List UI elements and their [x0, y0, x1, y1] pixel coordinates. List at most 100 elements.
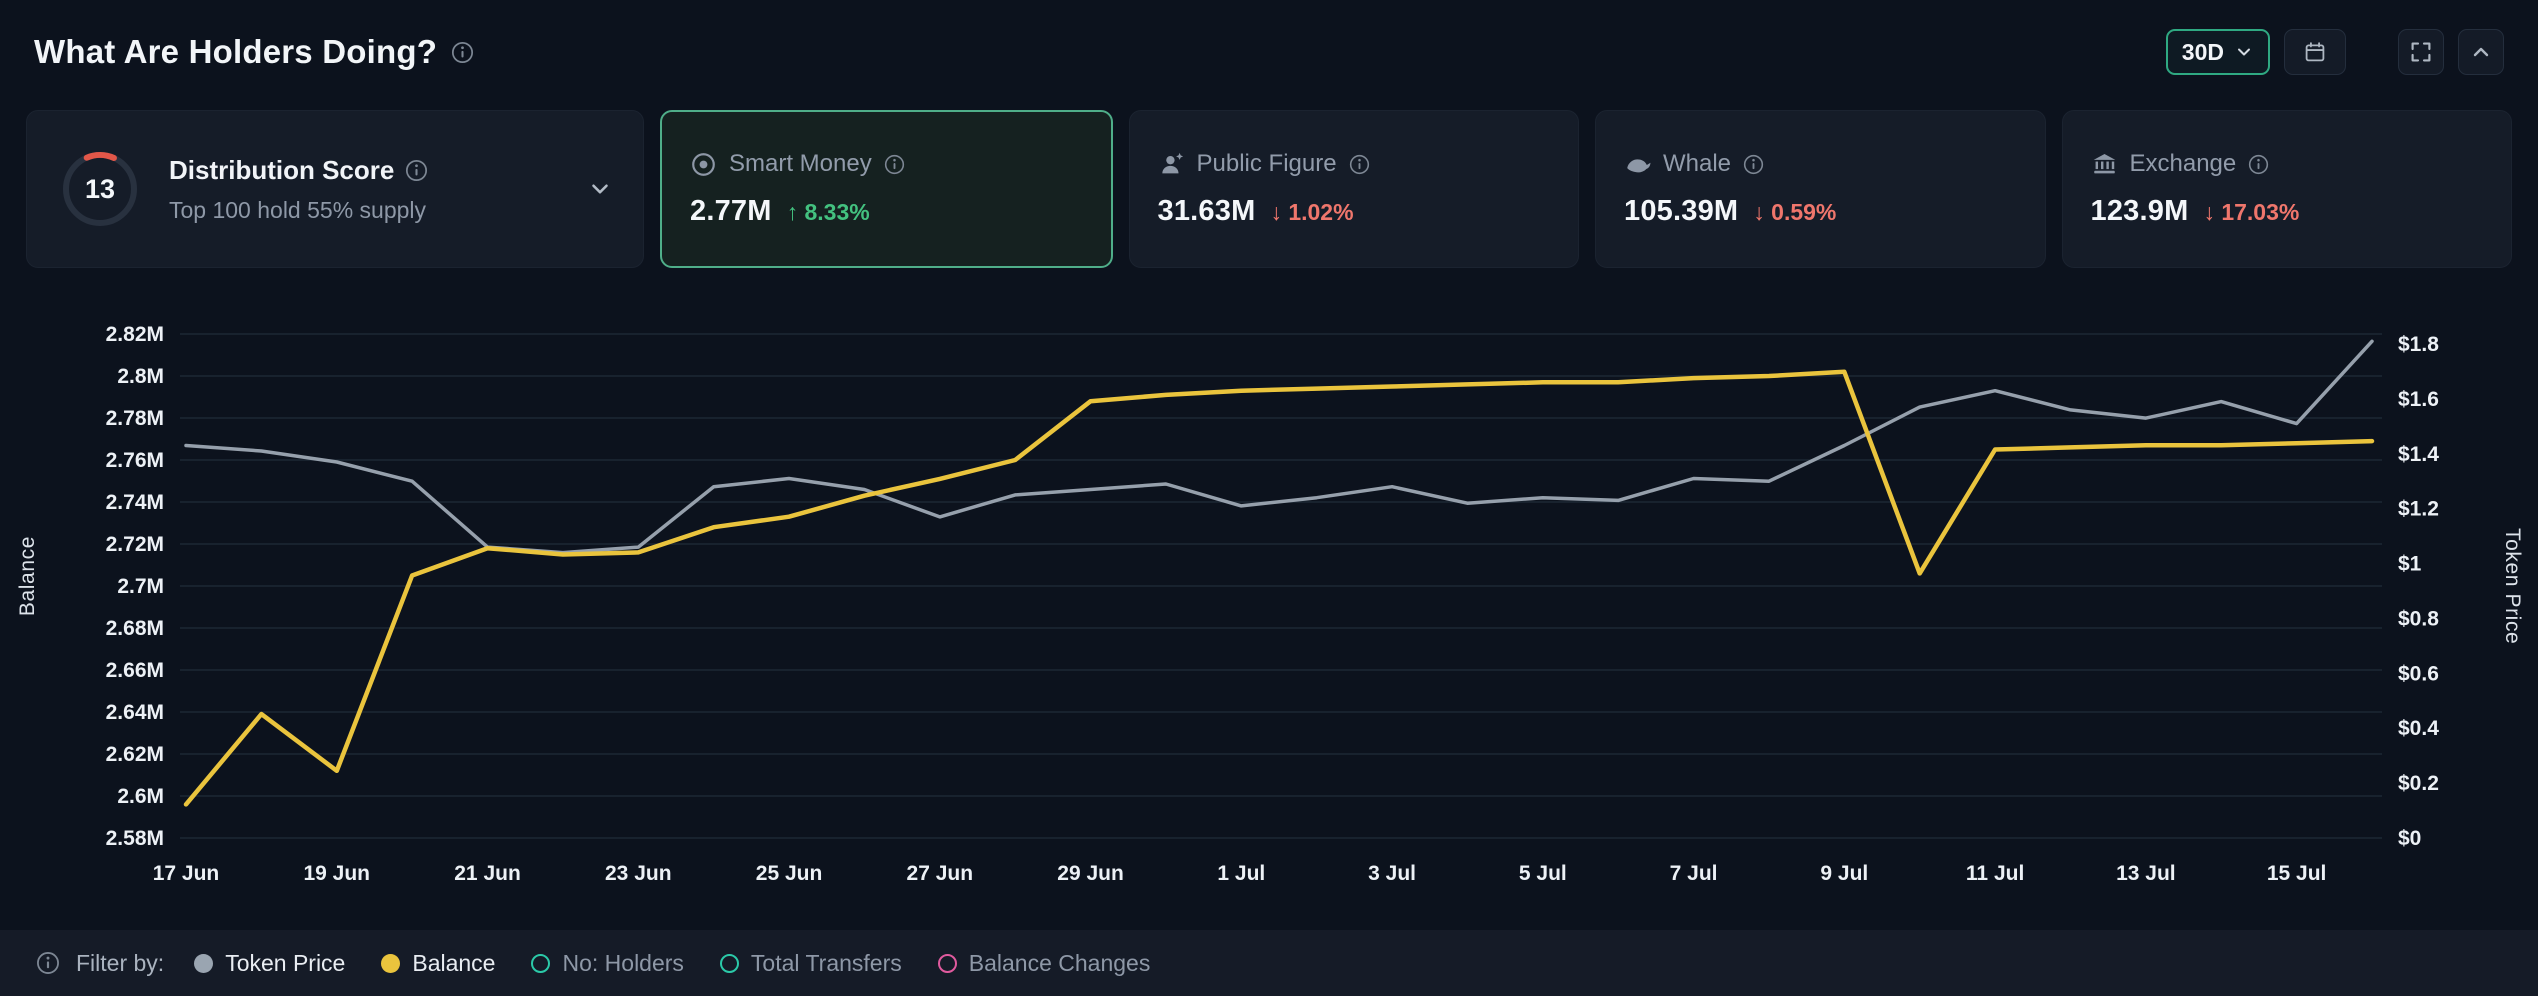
exchange-value: 123.9M [2091, 195, 2189, 228]
title-info-icon[interactable] [451, 41, 474, 64]
public-figure-change: ↓ 1.02% [1270, 199, 1353, 226]
whale-value: 105.39M [1624, 195, 1738, 228]
whale-icon [1624, 151, 1651, 178]
right-axis-tick-labels: $1.8 $1.6 $1.4 $1.2 $1 $0.8 $0.6 $0.4 $0.2 $0 [2398, 333, 2439, 850]
svg-text:19 Jun: 19 Jun [303, 862, 370, 885]
svg-text:2.6M: 2.6M [117, 785, 164, 808]
holders-dashboard: What Are Holders Doing? 30D [0, 0, 2538, 996]
no-holders-swatch-icon [531, 954, 550, 973]
svg-text:$1.2: $1.2 [2398, 498, 2439, 521]
fullscreen-button[interactable] [2398, 29, 2444, 75]
svg-text:9 Jul: 9 Jul [1820, 862, 1868, 885]
svg-text:$1.8: $1.8 [2398, 333, 2439, 356]
chevron-down-icon [2234, 42, 2254, 62]
balance-swatch-icon [381, 954, 400, 973]
svg-text:2.66M: 2.66M [106, 659, 164, 682]
svg-text:2.72M: 2.72M [106, 533, 164, 556]
distribution-score-text: Distribution Score Top 100 hold 55% supp… [169, 155, 561, 224]
distribution-score-value: 13 [57, 146, 143, 232]
distribution-score-gauge: 13 [57, 146, 143, 232]
gridlines [180, 334, 2382, 838]
svg-text:21 Jun: 21 Jun [454, 862, 521, 885]
header-title-group: What Are Holders Doing? [34, 33, 474, 71]
chart-canvas[interactable]: 2.82M2.8M2.78M2.76M2.74M2.72M2.7M2.68M2.… [0, 298, 2538, 898]
exchange-icon [2091, 151, 2118, 178]
svg-text:2.8M: 2.8M [117, 365, 164, 388]
timeframe-value: 30D [2182, 39, 2224, 66]
token-price-swatch-icon [194, 954, 213, 973]
svg-text:2.58M: 2.58M [106, 827, 164, 850]
exchange-card[interactable]: Exchange 123.9M ↓ 17.03% [2062, 110, 2513, 268]
svg-text:$0.8: $0.8 [2398, 607, 2439, 630]
svg-text:$0: $0 [2398, 827, 2421, 850]
whale-card[interactable]: Whale 105.39M ↓ 0.59% [1595, 110, 2046, 268]
legend-label: Balance Changes [969, 950, 1151, 977]
filter-label: Filter by: [76, 950, 164, 977]
svg-text:$1.4: $1.4 [2398, 443, 2439, 466]
svg-text:29 Jun: 29 Jun [1057, 862, 1124, 885]
legend: Token Price Balance No: Holders Total Trans… [194, 950, 1150, 977]
fullscreen-icon [2409, 40, 2433, 64]
header-controls: 30D [2166, 29, 2504, 75]
legend-item-balance-changes[interactable]: Balance Changes [938, 950, 1151, 977]
distribution-score-card[interactable]: 13 Distribution Score Top 100 hold 55% s… [26, 110, 644, 268]
smart-money-icon [690, 151, 717, 178]
svg-text:2.68M: 2.68M [106, 617, 164, 640]
holders-chart[interactable]: 2.82M2.8M2.78M2.76M2.74M2.72M2.7M2.68M2.… [0, 298, 2538, 898]
svg-text:7 Jul: 7 Jul [1670, 862, 1718, 885]
filter-info-icon[interactable] [36, 951, 60, 975]
legend-item-no-holders[interactable]: No: Holders [531, 950, 683, 977]
svg-text:1 Jul: 1 Jul [1217, 862, 1265, 885]
public-figure-info-icon[interactable] [1349, 154, 1370, 175]
left-axis-title: Balance [16, 536, 40, 616]
calendar-icon [2303, 40, 2327, 64]
svg-text:13 Jul: 13 Jul [2116, 862, 2176, 885]
x-axis-tick-labels: 17 Jun19 Jun21 Jun23 Jun25 Jun27 Jun29 J… [153, 862, 2327, 885]
svg-text:$1: $1 [2398, 553, 2422, 576]
right-axis-title: Token Price [2500, 528, 2524, 644]
smart-money-label: Smart Money [729, 150, 872, 178]
svg-text:$1.6: $1.6 [2398, 388, 2439, 411]
exchange-label: Exchange [2130, 150, 2237, 178]
public-figure-value: 31.63M [1158, 195, 1256, 228]
public-figure-card[interactable]: Public Figure 31.63M ↓ 1.02% [1129, 110, 1580, 268]
legend-label: Balance [412, 950, 495, 977]
legend-item-balance[interactable]: Balance [381, 950, 495, 977]
legend-label: Token Price [225, 950, 345, 977]
svg-text:$0.4: $0.4 [2398, 717, 2439, 740]
svg-text:$0.2: $0.2 [2398, 772, 2439, 795]
distribution-subtitle: Top 100 hold 55% supply [169, 197, 561, 224]
stat-cards-row: 13 Distribution Score Top 100 hold 55% s… [26, 110, 2512, 268]
public-figure-icon [1158, 151, 1185, 178]
smart-money-card[interactable]: Smart Money 2.77M ↑ 8.33% [660, 110, 1113, 268]
exchange-change: ↓ 17.03% [2203, 199, 2299, 226]
svg-text:25 Jun: 25 Jun [756, 862, 823, 885]
svg-text:2.74M: 2.74M [106, 491, 164, 514]
timeframe-select[interactable]: 30D [2166, 29, 2270, 75]
svg-text:11 Jul: 11 Jul [1966, 862, 2024, 885]
whale-change: ↓ 0.59% [1753, 199, 1836, 226]
exchange-info-icon[interactable] [2248, 154, 2269, 175]
total-transfers-swatch-icon [720, 954, 739, 973]
chevron-up-icon [2469, 40, 2493, 64]
smart-money-info-icon[interactable] [884, 154, 905, 175]
svg-text:2.64M: 2.64M [106, 701, 164, 724]
smart-money-value: 2.77M [690, 195, 772, 228]
whale-info-icon[interactable] [1743, 154, 1764, 175]
page-title: What Are Holders Doing? [34, 33, 437, 71]
calendar-button[interactable] [2284, 29, 2346, 75]
svg-text:17 Jun: 17 Jun [153, 862, 220, 885]
collapse-button[interactable] [2458, 29, 2504, 75]
distribution-info-icon[interactable] [405, 159, 428, 182]
svg-text:$0.6: $0.6 [2398, 662, 2439, 685]
legend-item-total-transfers[interactable]: Total Transfers [720, 950, 902, 977]
left-axis-tick-labels: 2.82M2.8M2.78M2.76M2.74M2.72M2.7M2.68M2.… [106, 323, 164, 850]
chevron-down-icon[interactable] [587, 176, 613, 202]
svg-text:15 Jul: 15 Jul [2267, 862, 2327, 885]
whale-label: Whale [1663, 150, 1731, 178]
legend-item-token-price[interactable]: Token Price [194, 950, 345, 977]
balance-line[interactable] [186, 372, 2372, 805]
distribution-score-title: Distribution Score [169, 155, 394, 186]
smart-money-change: ↑ 8.33% [787, 199, 870, 226]
svg-text:2.82M: 2.82M [106, 323, 164, 346]
